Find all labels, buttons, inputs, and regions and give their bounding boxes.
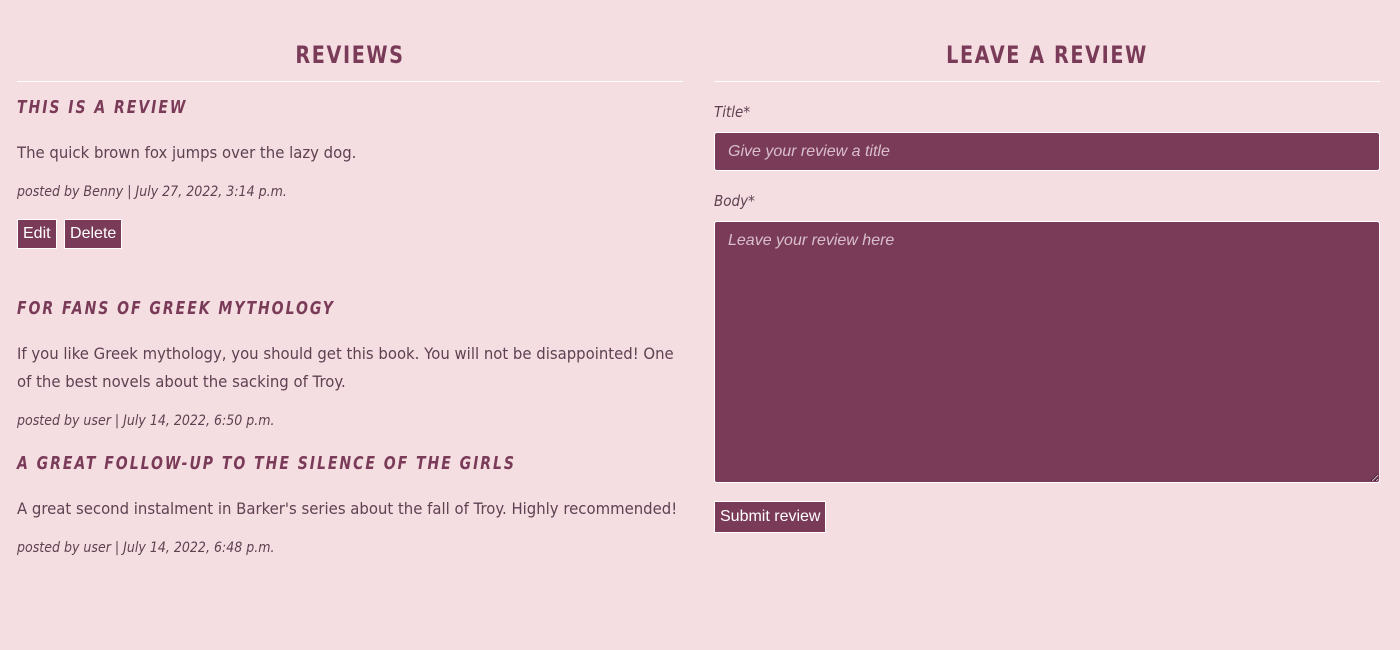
review-body: The quick brown fox jumps over the lazy …	[17, 143, 357, 162]
review-meta: posted by Benny | July 27, 2022, 3:14 p.…	[17, 184, 287, 200]
review-meta: posted by user | July 14, 2022, 6:48 p.m…	[17, 540, 275, 556]
review-item: FOR FANS OF GREEK MYTHOLOGY If you like …	[17, 298, 683, 431]
body-textarea[interactable]	[714, 221, 1380, 483]
review-item: A GREAT FOLLOW-UP TO THE SILENCE OF THE …	[17, 453, 683, 558]
review-body: If you like Greek mythology, you should …	[17, 344, 674, 391]
submit-review-button[interactable]: Submit review	[714, 501, 827, 533]
delete-review-button[interactable]: Delete	[64, 219, 123, 249]
review-meta: posted by user | July 14, 2022, 6:50 p.m…	[17, 413, 275, 429]
body-field-label: Body*	[714, 192, 755, 210]
review-form-divider	[714, 81, 1380, 82]
reviews-section: REVIEWS THIS IS A REVIEW The quick brown…	[17, 0, 683, 556]
edit-review-button[interactable]: Edit	[17, 219, 57, 249]
review-title: FOR FANS OF GREEK MYTHOLOGY	[17, 298, 335, 319]
review-form-section: LEAVE A REVIEW Title* Body* Submit revie…	[714, 0, 1380, 533]
review-actions: Edit Delete	[17, 219, 683, 249]
reviews-divider	[17, 81, 683, 82]
title-field-label: Title*	[714, 103, 751, 121]
review-item: THIS IS A REVIEW The quick brown fox jum…	[17, 97, 683, 249]
review-body: A great second instalment in Barker's se…	[17, 499, 678, 518]
review-title: THIS IS A REVIEW	[17, 97, 188, 118]
review-form-heading: LEAVE A REVIEW	[946, 41, 1148, 69]
review-title: A GREAT FOLLOW-UP TO THE SILENCE OF THE …	[17, 453, 516, 474]
review-form: Title* Body* Submit review	[714, 102, 1380, 533]
title-input[interactable]	[714, 132, 1380, 171]
reviews-heading: REVIEWS	[295, 41, 405, 69]
page: REVIEWS THIS IS A REVIEW The quick brown…	[0, 0, 1400, 650]
